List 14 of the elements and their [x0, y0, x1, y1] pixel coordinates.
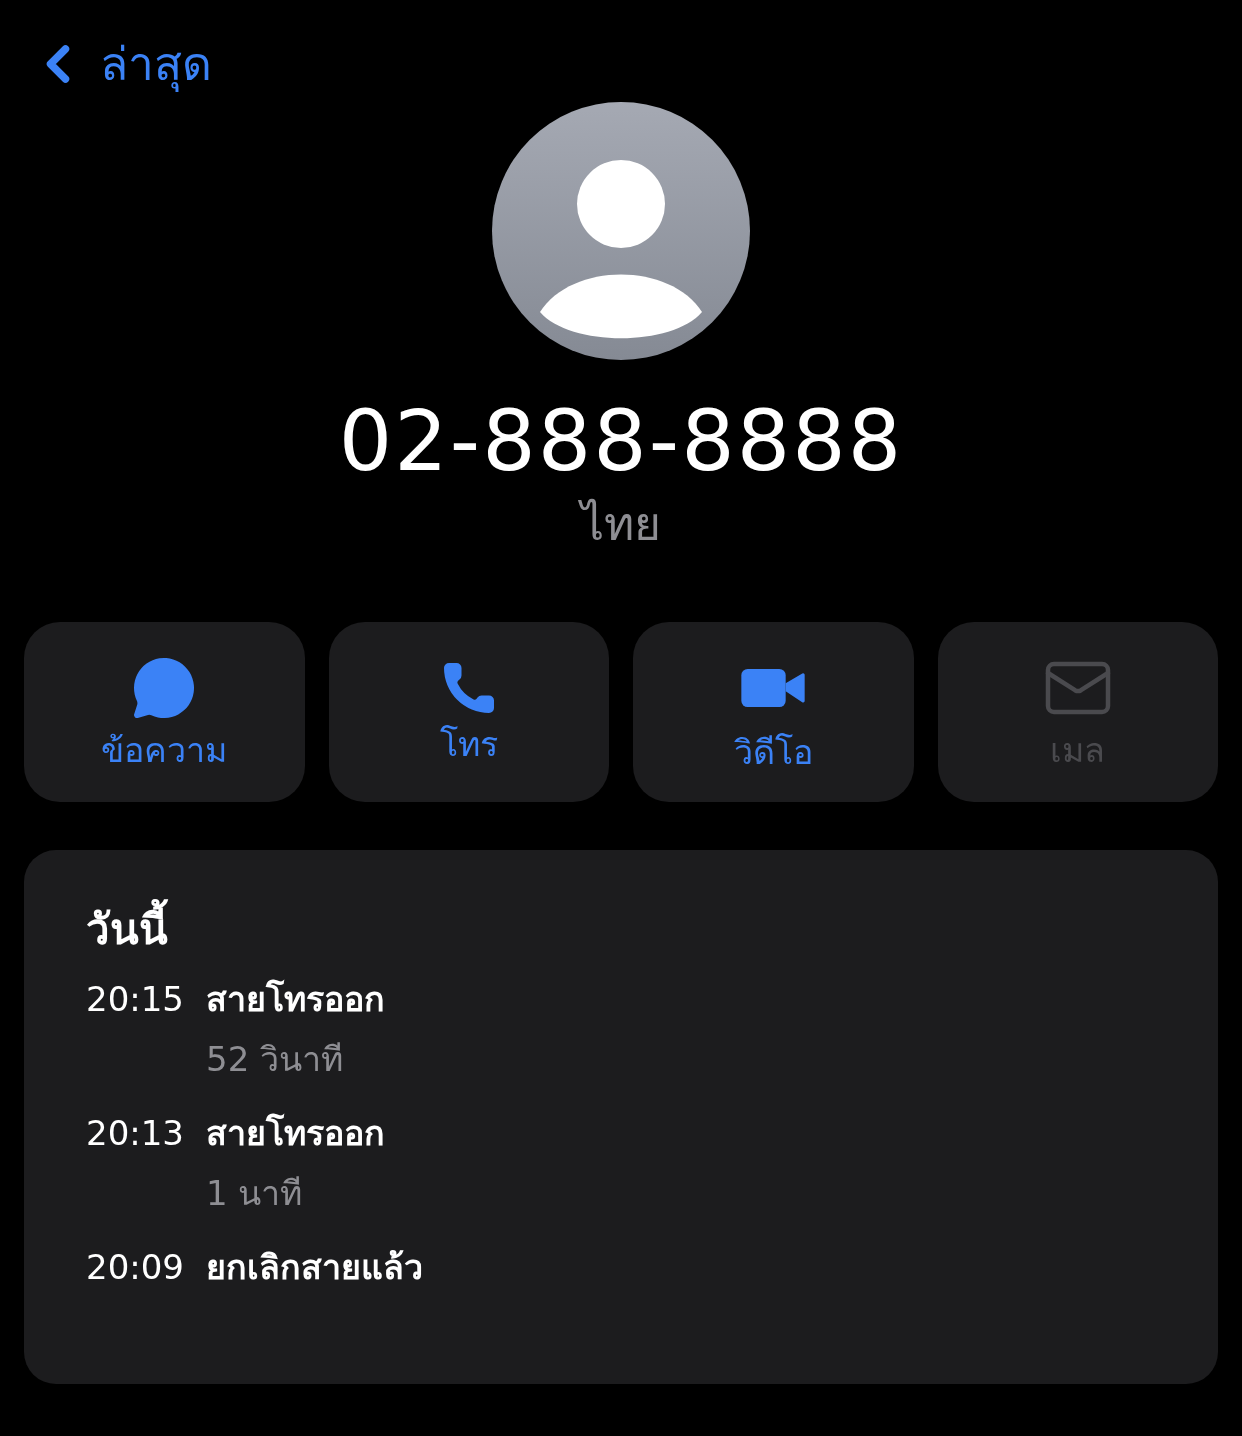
- call-time: 20:13: [86, 1112, 182, 1155]
- section-heading: วันนี้: [86, 900, 1156, 960]
- action-button[interactable]: ข้อความ: [24, 622, 305, 802]
- call-duration: 1 นาที: [206, 1172, 304, 1215]
- call-time: 20:09: [86, 1246, 182, 1289]
- call-duration: 52 วินาที: [206, 1038, 345, 1081]
- phone-number: 02-888-8888: [338, 396, 904, 486]
- action-button[interactable]: วิดีโอ: [633, 622, 914, 802]
- call-time: 20:15: [86, 978, 182, 1021]
- call-type: ยกเลิกสายแล้ว: [206, 1246, 423, 1289]
- action-button[interactable]: โทร: [328, 622, 609, 802]
- call-type: สายโทรออก: [206, 1112, 385, 1155]
- back-button[interactable]: ล่าสุด: [36, 34, 212, 94]
- call-type: สายโทรออก: [206, 978, 385, 1021]
